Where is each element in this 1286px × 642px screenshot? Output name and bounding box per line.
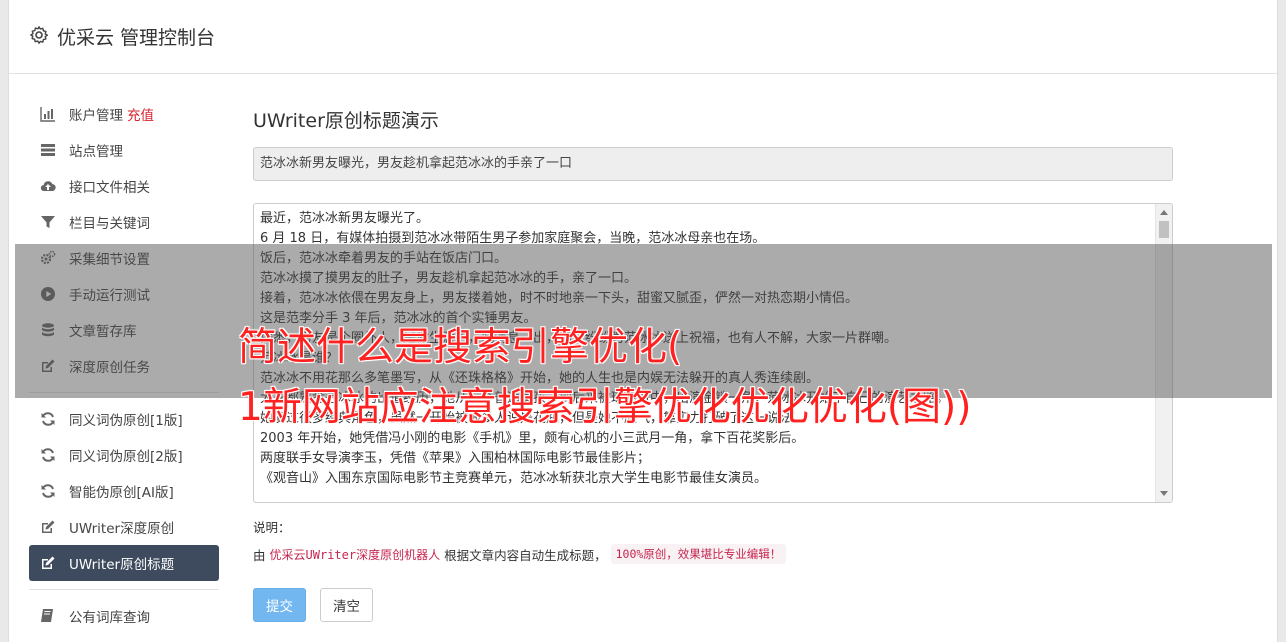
server-icon <box>39 141 57 159</box>
note-label: 说明： <box>253 520 291 535</box>
sidebar-item-label: 智能伪原创[AI版] <box>69 485 174 501</box>
sidebar-item-label: UWriter深度原创 <box>69 521 175 537</box>
cloud-upload-icon <box>39 177 57 195</box>
action-buttons: 提交 清空 <box>253 588 1173 622</box>
app-title: 优采云 管理控制台 <box>57 27 216 49</box>
sidebar-item[interactable]: 账户管理 充值 <box>29 96 219 132</box>
sidebar-item-label: 接口文件相关 <box>69 180 150 196</box>
edit-icon <box>39 518 57 536</box>
sidebar-item-label: UWriter原创标题 <box>69 557 175 573</box>
sidebar-item[interactable]: 公有词库查询 <box>29 598 219 634</box>
sidebar-item-label: 同义词伪原创[2版] <box>69 449 183 465</box>
sidebar-item-label: 账户管理 <box>69 108 123 124</box>
recharge-link[interactable]: 充值 <box>127 104 154 124</box>
sidebar-item-label: 公有词库查询 <box>69 610 150 626</box>
title-output-field[interactable]: 范冰冰新男友曝光，男友趁机拿起范冰冰的手亲了一口 <box>253 147 1173 181</box>
sidebar-item[interactable]: 站点管理 <box>29 132 219 168</box>
sidebar-item[interactable]: 接口文件相关 <box>29 168 219 204</box>
scroll-down-icon[interactable] <box>1160 491 1168 496</box>
watermark-line-1: 简述什么是搜索引擎优化( <box>238 325 683 370</box>
uwriter-robot-link[interactable]: 优采云UWriter深度原创机器人 <box>270 546 441 563</box>
article-line: 两度联手女导演李玉，凭借《苹果》入围柏林国际电影节最佳影片； <box>260 451 651 466</box>
scroll-thumb[interactable] <box>1159 221 1169 238</box>
sidebar-item-label: 站点管理 <box>69 144 123 160</box>
watermark-line-2: 1新网站应注意搜索引擎优化优化优化(图)) <box>238 385 972 430</box>
sidebar-item[interactable]: 智能伪原创[AI版] <box>29 473 219 509</box>
edit-icon <box>39 554 57 572</box>
submit-button[interactable]: 提交 <box>253 588 306 622</box>
note-text: 由 优采云UWriter深度原创机器人 根据文章内容自动生成标题， 100%原创… <box>253 544 1173 564</box>
bar-chart-icon <box>39 105 57 123</box>
refresh-icon <box>39 482 57 500</box>
page-title: UWriter原创标题演示 <box>253 110 439 132</box>
filter-icon <box>39 213 57 231</box>
sidebar-item-label: 同义词伪原创[1版] <box>69 413 183 429</box>
scroll-up-icon[interactable] <box>1160 210 1168 215</box>
sidebar-item[interactable]: 同义词伪原创[1版] <box>29 401 219 437</box>
book-icon <box>39 607 57 625</box>
article-line: 《观音山》入围东京国际电影节主竞赛单元，范冰冰斩获北京大学生电影节最佳女演员。 <box>260 471 768 486</box>
top-bar: 优采云 管理控制台 <box>9 0 1277 74</box>
note-prefix: 由 <box>253 547 266 563</box>
sidebar-item-label: 栏目与关键词 <box>69 216 150 232</box>
article-line: 2003 年开始，她凭借冯小刚的电影《手机》里，颇有心机的小三武月一角，拿下百花… <box>260 431 805 446</box>
sidebar-item[interactable]: 同义词伪原创[2版] <box>29 437 219 473</box>
refresh-icon <box>39 446 57 464</box>
watermark-overlay <box>15 244 1272 398</box>
original-claim-code: 100%原创，效果堪比专业编辑！ <box>610 544 787 564</box>
clear-button[interactable]: 清空 <box>320 588 373 622</box>
sidebar-divider <box>29 589 219 590</box>
note-middle: 根据文章内容自动生成标题， <box>444 547 607 563</box>
sidebar-item[interactable]: 栏目与关键词 <box>29 204 219 240</box>
sidebar-item[interactable]: UWriter原创标题 <box>29 545 219 581</box>
refresh-icon <box>39 410 57 428</box>
article-line: 最近，范冰冰新男友曝光了。 <box>260 211 430 226</box>
sidebar-item[interactable]: UWriter深度原创 <box>29 509 219 545</box>
gear-icon <box>29 25 49 45</box>
